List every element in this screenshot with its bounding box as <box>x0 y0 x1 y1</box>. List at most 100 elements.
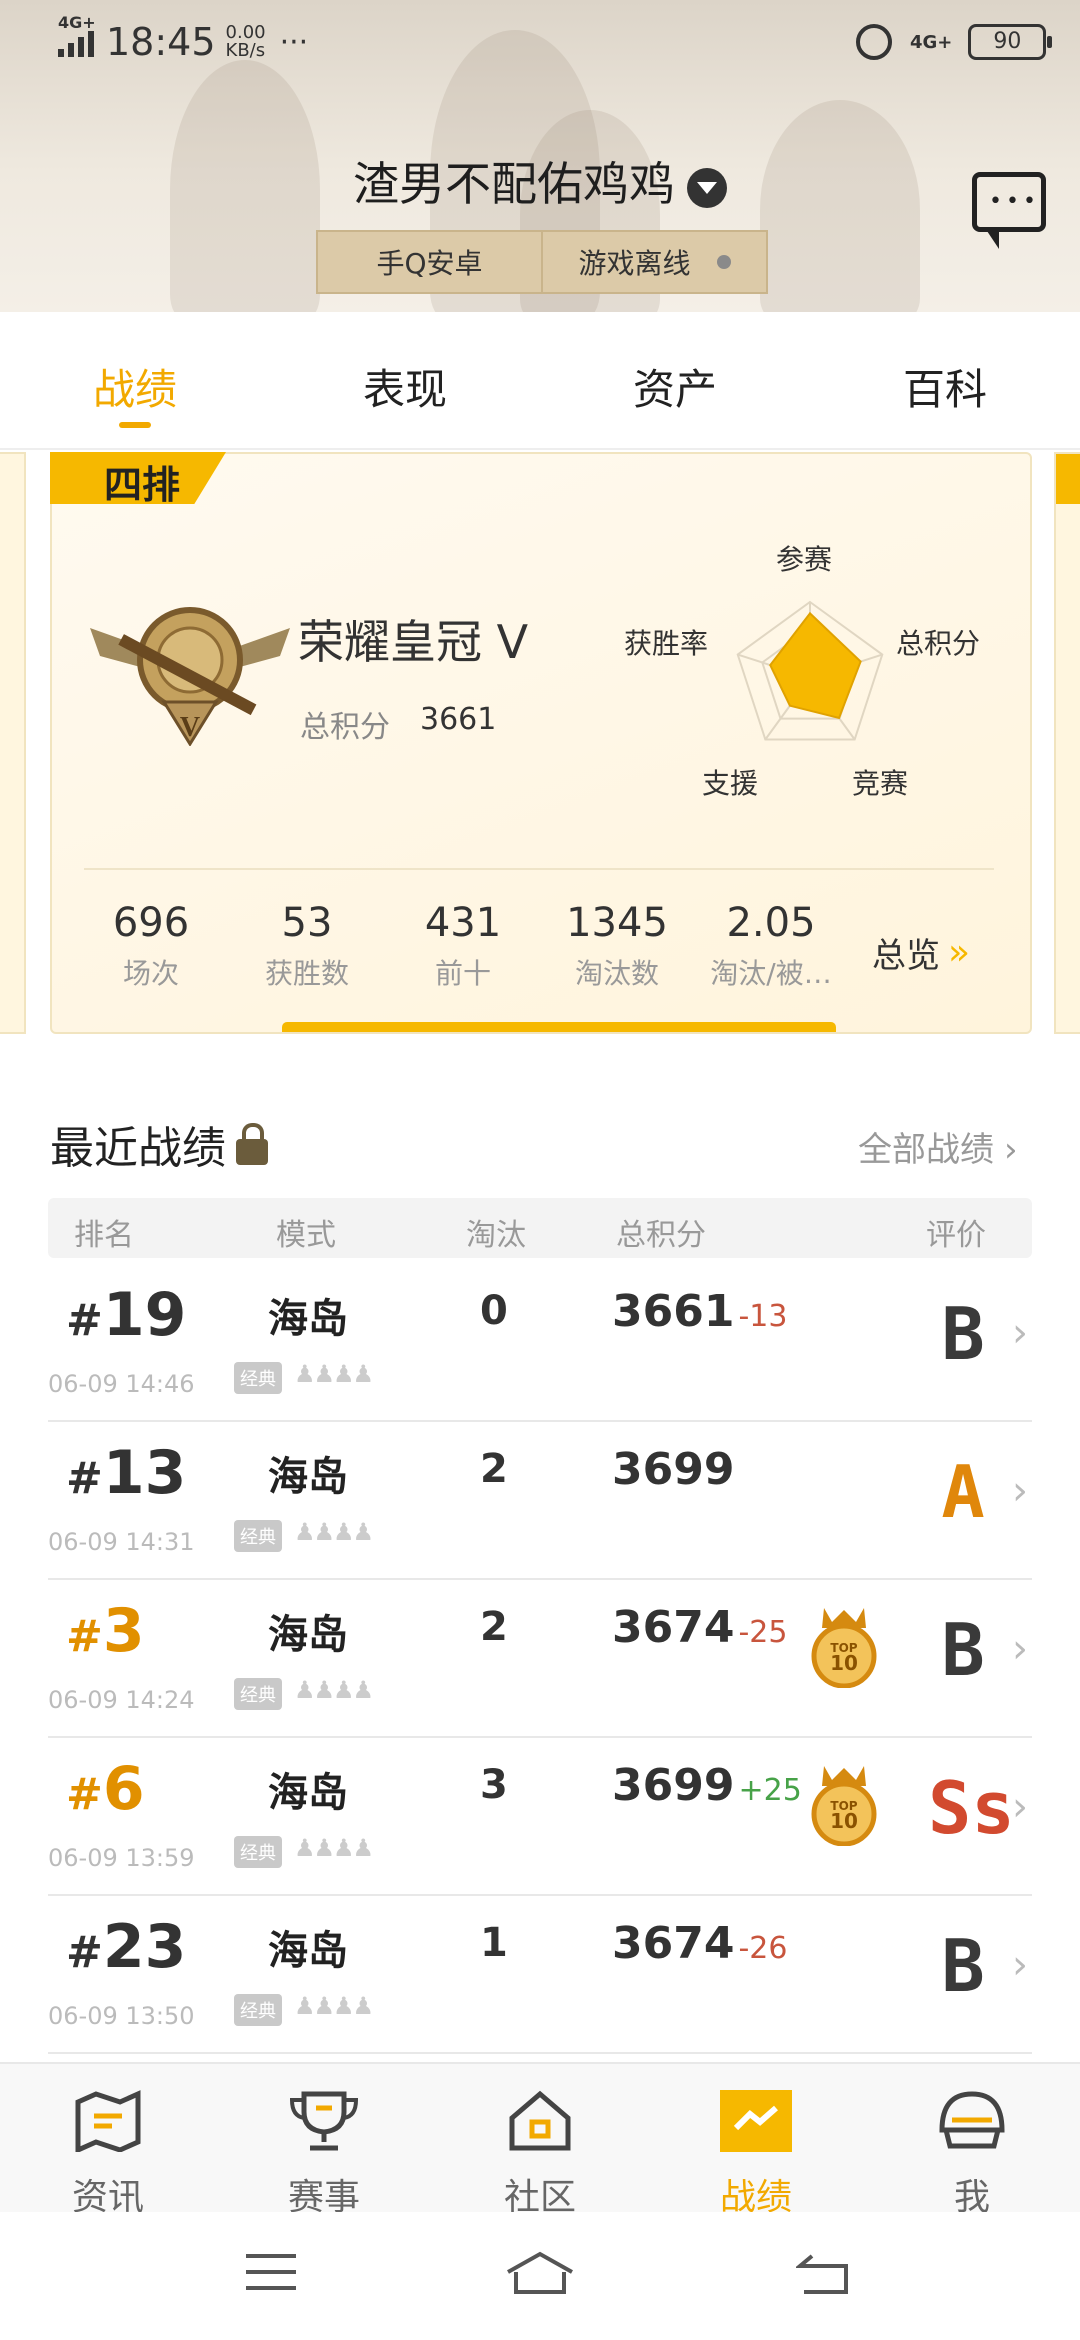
match-map: 海岛 <box>268 1454 348 1500</box>
clock: 18:45 <box>106 20 216 64</box>
column-header-rating: 评价 <box>926 1218 986 1253</box>
chevron-right-icon: › <box>1012 1784 1028 1830</box>
column-header-mode: 模式 <box>276 1218 336 1253</box>
status-dot-icon <box>716 255 731 269</box>
nav-community[interactable]: 社区 <box>432 2064 648 2218</box>
top-tabs: 战绩 表现 资产 百科 <box>0 312 1080 450</box>
stats-chart-icon <box>720 2090 792 2152</box>
network-type-right: 4G+ <box>910 31 953 53</box>
more-icon: ··· <box>279 24 309 60</box>
next-card-peek[interactable] <box>1054 452 1080 1034</box>
radar-label-total-score: 总积分 <box>896 627 981 660</box>
mode-tag: 经典 <box>234 1678 282 1710</box>
message-icon[interactable]: ••• <box>972 172 1046 249</box>
net-speed: 0.00 KB/s <box>225 22 266 61</box>
prev-card-peek[interactable] <box>0 452 26 1034</box>
rank-badge-icon: V <box>90 607 290 746</box>
stat-kills: 1345 淘汰数 <box>566 900 668 990</box>
match-score: 3661 -13 <box>612 1286 788 1337</box>
mode-tag: 经典 <box>234 1836 282 1868</box>
match-score: 3674 -26 <box>612 1918 788 1969</box>
score-delta: -25 <box>738 1615 788 1650</box>
game-status: 游戏离线 <box>543 232 766 292</box>
trophy-icon <box>289 2091 359 2151</box>
svg-text:10: 10 <box>830 1809 858 1833</box>
tab-assets[interactable]: 资产 <box>540 312 810 448</box>
radar-label-participation: 参赛 <box>776 543 833 576</box>
nav-stats[interactable]: 战绩 <box>648 2064 864 2218</box>
match-kills: 2 <box>480 1446 508 1492</box>
stat-top10: 431 前十 <box>424 900 502 990</box>
mode-tag: 经典 <box>234 1520 282 1552</box>
match-score: 3699 <box>612 1444 735 1495</box>
lock-icon <box>236 1123 268 1165</box>
chevron-right-icon: › <box>1012 1468 1028 1514</box>
dropdown-icon[interactable] <box>687 167 727 208</box>
rank-name: 荣耀皇冠 V <box>298 615 529 669</box>
bottom-nav: 资讯 赛事 社区 战绩 我 <box>0 2062 1080 2218</box>
column-header-kills: 淘汰 <box>466 1218 526 1253</box>
match-kills: 0 <box>480 1288 508 1334</box>
alarm-icon <box>856 24 892 60</box>
mode-tag: 经典 <box>234 1362 282 1394</box>
chevron-right-icon: › <box>1012 1626 1028 1672</box>
network-type: 4G+ <box>58 13 96 32</box>
home-icon[interactable] <box>504 2250 576 2296</box>
chevron-right-icon: › <box>1004 1130 1018 1170</box>
system-nav-bar <box>0 2212 1080 2340</box>
score-delta: +25 <box>738 1773 802 1808</box>
back-icon[interactable] <box>796 2252 850 2296</box>
news-map-icon <box>75 2090 141 2152</box>
stat-wins: 53 获胜数 <box>264 900 349 990</box>
chevron-right-icon: › <box>1012 1310 1028 1356</box>
stat-kd: 2.05 淘汰/被… <box>710 900 832 990</box>
overview-link[interactable]: 总览» <box>872 928 970 977</box>
column-header-rank: 排名 <box>74 1218 134 1253</box>
column-header-score: 总积分 <box>616 1218 706 1253</box>
score-delta: -26 <box>738 1931 788 1966</box>
total-score-value: 3661 <box>420 702 497 737</box>
platform-status-bar: 手Q安卓 游戏离线 <box>316 230 768 294</box>
match-time: 06-09 13:50 <box>48 2002 195 2030</box>
match-grade: B <box>941 1292 985 1376</box>
match-kills: 2 <box>480 1604 508 1650</box>
match-rank: #23 <box>66 1912 187 1982</box>
svg-text:10: 10 <box>830 1651 858 1675</box>
community-house-icon <box>509 2090 571 2151</box>
match-row[interactable]: #23 06-09 13:50 海岛 经典 ♟♟♟♟ 1 3674 -26 B › <box>48 1894 1032 2054</box>
score-delta: -13 <box>738 1299 788 1334</box>
squad-icon: ♟♟♟♟ <box>294 1834 374 1862</box>
table-header: 排名 模式 淘汰 总积分 评价 <box>48 1198 1032 1258</box>
svg-text:V: V <box>180 712 200 743</box>
tab-performance[interactable]: 表现 <box>270 312 540 448</box>
match-grade: A <box>941 1450 985 1534</box>
all-records-link[interactable]: 全部战绩 › <box>858 1122 1018 1171</box>
match-time: 06-09 14:31 <box>48 1528 195 1556</box>
match-row[interactable]: #3 06-09 14:24 海岛 经典 ♟♟♟♟ 2 3674 -25 TOP 10 B › <box>48 1578 1032 1738</box>
recent-matches-title: 最近战绩 <box>50 1112 268 1176</box>
nav-news[interactable]: 资讯 <box>0 2064 216 2218</box>
match-rank: #13 <box>66 1438 187 1508</box>
divider <box>84 868 994 870</box>
match-kills: 3 <box>480 1762 508 1808</box>
nav-events[interactable]: 赛事 <box>216 2064 432 2218</box>
squad-icon: ♟♟♟♟ <box>294 1992 374 2020</box>
player-nickname[interactable]: 渣男不配佑鸡鸡 <box>0 148 1080 214</box>
menu-icon[interactable] <box>244 2252 298 2292</box>
radar-label-support: 支援 <box>702 767 759 800</box>
tab-stats[interactable]: 战绩 <box>0 312 270 448</box>
nav-me[interactable]: 我 <box>864 2064 1080 2218</box>
chevron-right-icon: › <box>1012 1942 1028 1988</box>
platform-label: 手Q安卓 <box>376 247 483 280</box>
match-time: 06-09 14:46 <box>48 1370 195 1398</box>
match-row[interactable]: #19 06-09 14:46 海岛 经典 ♟♟♟♟ 0 3661 -13 B › <box>48 1262 1032 1422</box>
mode-tag: 经典 <box>234 1994 282 2026</box>
radar-label-competition: 竞赛 <box>852 767 909 800</box>
match-grade: Ss <box>928 1766 1015 1850</box>
match-row[interactable]: #13 06-09 14:31 海岛 经典 ♟♟♟♟ 2 3699 A › <box>48 1420 1032 1580</box>
tab-wiki[interactable]: 百科 <box>810 312 1080 448</box>
helmet-icon <box>939 2091 1005 2149</box>
match-map: 海岛 <box>268 1928 348 1974</box>
match-rank: #19 <box>66 1280 187 1350</box>
match-row[interactable]: #6 06-09 13:59 海岛 经典 ♟♟♟♟ 3 3699 +25 TOP 10 Ss › <box>48 1736 1032 1896</box>
